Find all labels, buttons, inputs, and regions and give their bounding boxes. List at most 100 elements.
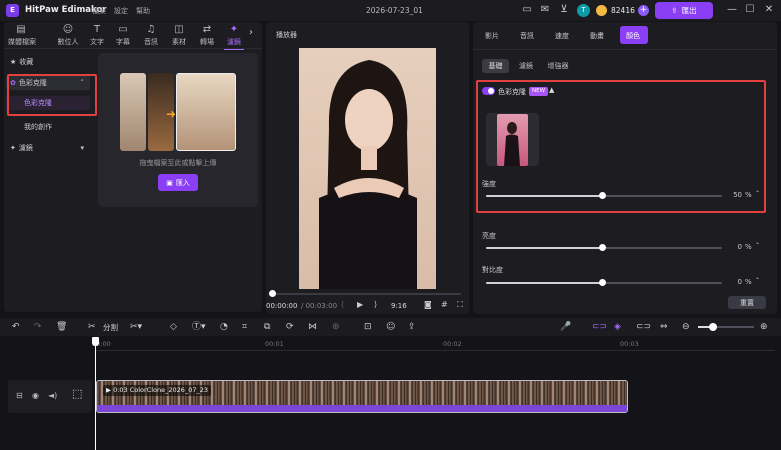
layout-icon[interactable]: ▭ [520,3,534,17]
add-credits-button[interactable]: + [638,5,649,16]
zoom-slider-handle[interactable] [709,323,717,331]
crosshair-icon[interactable]: ⊕ [332,321,340,333]
brightness-stepper-icon[interactable]: ⌃ [755,242,760,249]
contrast-slider-fill [486,282,602,284]
crop-icon[interactable]: ⌗ [242,321,247,333]
play-icon[interactable]: ▶ [357,300,363,309]
undo-icon[interactable]: ↶ [12,321,20,333]
menu-file[interactable]: 檔案 [92,6,106,16]
strength-value[interactable]: 50 [726,191,742,199]
playhead-handle[interactable] [92,337,99,346]
color-clone-label: 色彩克隆 [498,88,526,96]
tabs-scroll-right-icon[interactable]: › [249,27,253,38]
export-frame-icon[interactable]: ⇪ [408,321,416,333]
microphone-icon[interactable]: 🎤 [560,321,571,333]
sample-thumbnail [176,73,236,151]
tab-color[interactable]: 顏色 [626,31,640,41]
color-clone-toggle[interactable] [482,87,495,95]
zoom-out-icon[interactable]: ⊖ [682,321,690,333]
contrast-slider-handle[interactable] [599,279,606,286]
aspect-ratio-select[interactable]: 9:16 [391,302,407,310]
maximize-button[interactable]: ☐ [744,4,756,16]
avatar[interactable]: T [577,4,590,17]
cover-icon[interactable]: ⬚ [72,387,82,400]
redo-icon[interactable]: ↷ [34,321,42,333]
contrast-stepper-icon[interactable]: ⌃ [755,277,760,284]
tab-filters[interactable]: ✦ 濾鏡 [221,22,247,50]
grid-icon[interactable]: # [441,300,448,309]
link-icon[interactable]: ⊂⊃ [592,321,607,333]
brightness-slider-handle[interactable] [599,244,606,251]
sidebar-item-filters[interactable]: ✦ 濾鏡 ▾ [6,141,90,155]
tab-digital-human[interactable]: ☺ 數位人 [55,22,81,48]
fit-icon[interactable]: ⇔ [660,321,668,333]
tab-text[interactable]: T 文字 [84,22,110,48]
preview-image [299,48,436,289]
delete-icon[interactable]: 🗑 [56,321,67,333]
fullscreen-icon[interactable]: ⛶ [457,300,463,310]
shield-icon[interactable]: ◇ [170,321,177,333]
download-icon[interactable]: ⊻ [557,3,571,17]
scrubber-handle[interactable] [269,290,276,297]
tab-animation[interactable]: 動畫 [590,31,604,41]
export-button[interactable]: ⇪ 匯出 [655,2,713,19]
text-box-icon[interactable]: ⊡ [364,321,372,333]
music-note-icon: ♫ [146,24,156,35]
split-menu-icon[interactable]: ✂▾ [130,321,142,333]
zoom-in-icon[interactable]: ⊕ [760,321,768,333]
tab-speed[interactable]: 速度 [555,31,569,41]
player-title: 播放器 [276,31,297,39]
tab-audio-props[interactable]: 音訊 [520,31,534,41]
ruler-label: 00:03 [620,340,639,348]
rotate-icon[interactable]: ⟳ [286,321,294,333]
subtab-basic[interactable]: 基礎 [482,59,509,73]
tab-assets[interactable]: ◫ 素材 [166,22,192,48]
caret-up-icon[interactable]: ▲ [549,86,554,94]
feedback-icon[interactable]: ✉ [538,3,552,17]
scissors-icon[interactable]: ✂ [88,321,96,333]
minimize-button[interactable]: — [726,4,738,16]
assets-icon: ◫ [174,24,184,35]
video-clip[interactable]: ▶ 0:03 ColorClone_2026_07_23 [96,380,628,413]
close-button[interactable]: ✕ [763,4,775,16]
magnet-icon[interactable]: ◈ [614,321,621,333]
menu-settings[interactable]: 設定 [114,6,128,16]
eye-icon[interactable]: ◉ [32,391,39,400]
brightness-slider-fill [486,247,602,249]
star-icon: ★ [10,58,17,66]
tab-audio[interactable]: ♫ 音訊 [138,22,164,48]
resize-icon[interactable]: ⧉ [264,321,270,333]
next-frame-icon[interactable]: ⟩ [374,300,377,309]
subtab-filter[interactable]: 濾鏡 [515,59,537,73]
tab-video[interactable]: 影片 [485,31,499,41]
text-menu-icon[interactable]: Ⓣ▾ [192,321,206,333]
speaker-icon[interactable]: ◄) [48,391,57,400]
chain-icon[interactable]: ⊂⊃ [636,321,651,333]
ruler [95,350,775,351]
brightness-value[interactable]: 0 [726,243,742,251]
playback-scrubber[interactable] [271,293,461,295]
mirror-icon[interactable]: ⋈ [308,321,317,333]
sidebar-item-favorites[interactable]: ★ 收藏 [6,55,90,69]
playhead[interactable] [95,337,96,450]
video-preview[interactable] [299,48,436,289]
subtab-enhancer[interactable]: 增強器 [543,59,573,73]
sample-thumbnail [120,73,146,151]
lock-icon[interactable]: ⊟ [16,391,23,400]
export-label: 匯出 [681,6,697,15]
import-button[interactable]: ▣ 匯入 [158,174,198,191]
strength-stepper-icon[interactable]: ⌃ [755,190,760,197]
speed-icon[interactable]: ◔ [220,321,228,333]
previous-frame-icon[interactable]: ⟨ [341,300,344,309]
split-button[interactable]: 分割 [103,322,118,333]
tab-transitions[interactable]: ⇄ 轉場 [194,22,220,48]
reset-button[interactable]: 重置 [728,296,766,309]
menu-help[interactable]: 幫助 [136,6,150,16]
tab-media[interactable]: ▤ 媒體檔案 [8,22,36,48]
snapshot-icon[interactable]: ◙ [424,300,432,309]
tab-subtitles[interactable]: ▭ 字幕 [110,22,136,48]
face-icon[interactable]: ☺ [386,321,395,333]
strength-slider-handle[interactable] [599,192,606,199]
sidebar-item-my-creations[interactable]: 我的創作 [6,120,90,134]
contrast-value[interactable]: 0 [726,278,742,286]
